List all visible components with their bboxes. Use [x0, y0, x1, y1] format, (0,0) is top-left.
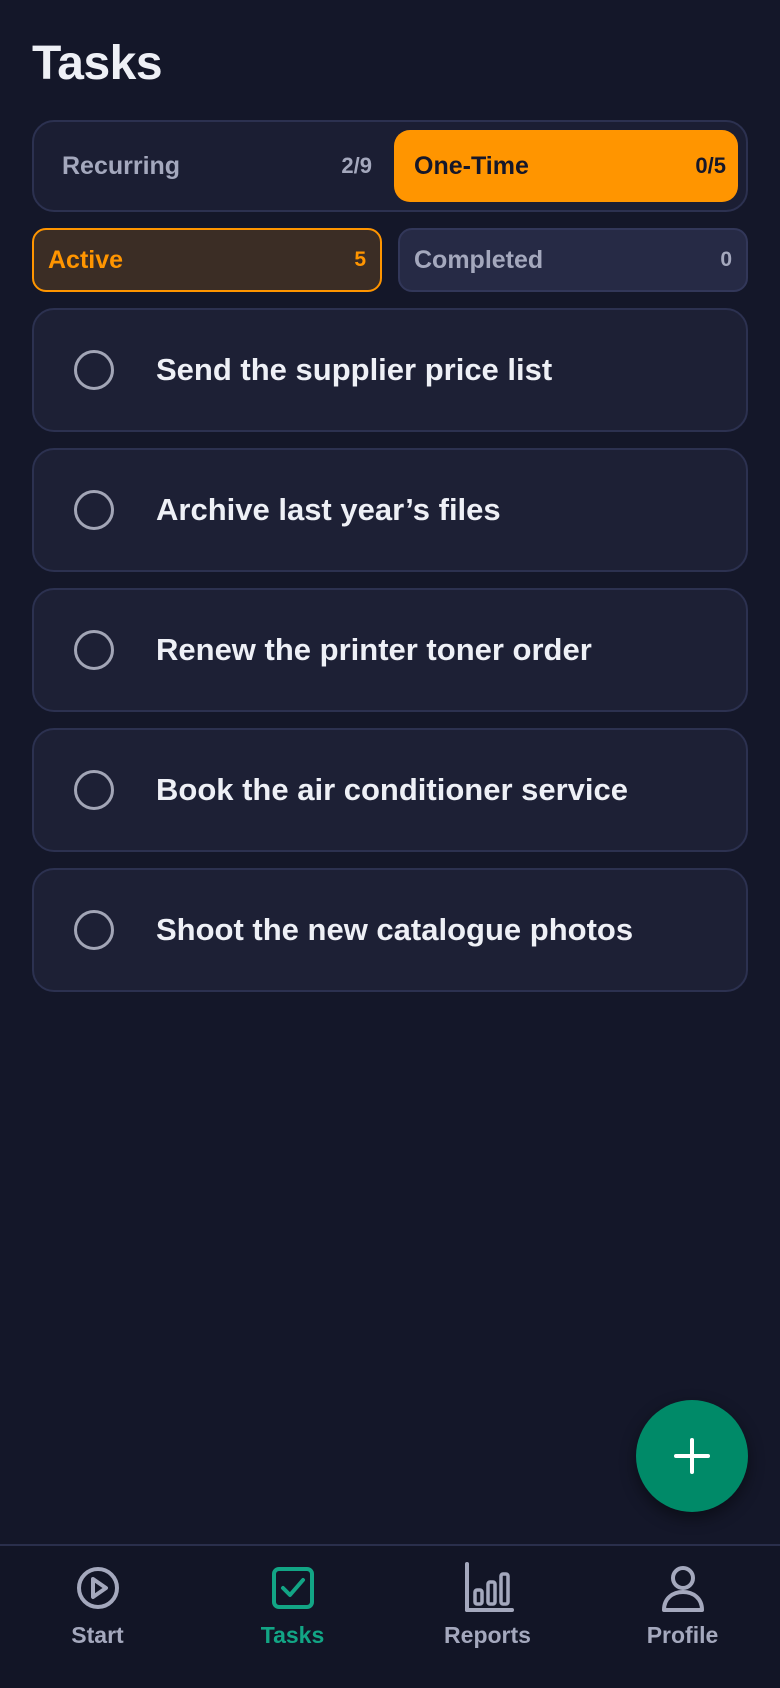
add-task-button[interactable] — [636, 1400, 748, 1512]
filter-completed[interactable]: Completed 0 — [398, 228, 748, 292]
nav-item-start[interactable]: Start — [0, 1560, 195, 1660]
task-type-segment: Recurring 2/9 One-Time 0/5 — [32, 120, 748, 212]
filter-active-label: Active — [48, 245, 124, 274]
nav-label-start: Start — [71, 1622, 124, 1648]
bar-chart-icon — [464, 1562, 514, 1612]
task-checkbox[interactable] — [74, 770, 114, 810]
filter-active[interactable]: Active 5 — [32, 228, 382, 292]
segment-recurring[interactable]: Recurring 2/9 — [42, 130, 384, 202]
segment-onetime-count: 0/5 — [695, 153, 726, 178]
filter-active-count: 5 — [354, 248, 366, 271]
nav-label-tasks: Tasks — [260, 1622, 325, 1648]
task-item[interactable]: Book the air conditioner service — [32, 728, 748, 852]
task-title: Renew the printer toner order — [156, 632, 592, 667]
task-title: Book the air conditioner service — [156, 772, 629, 807]
nav-item-tasks[interactable]: Tasks — [195, 1560, 390, 1660]
play-circle-icon — [76, 1567, 119, 1609]
task-checkbox[interactable] — [74, 350, 114, 390]
segment-recurring-label: Recurring — [62, 151, 181, 180]
task-item[interactable]: Send the supplier price list — [32, 308, 748, 432]
task-title: Archive last year’s files — [156, 492, 501, 527]
task-checkbox[interactable] — [74, 630, 114, 670]
task-title: Shoot the new catalogue photos — [156, 912, 634, 947]
plus-icon — [674, 1438, 710, 1474]
nav-item-profile[interactable]: Profile — [585, 1560, 780, 1660]
task-title: Send the supplier price list — [156, 352, 553, 387]
task-item[interactable]: Archive last year’s files — [32, 448, 748, 572]
person-icon — [661, 1566, 704, 1612]
checkbox-icon — [271, 1567, 314, 1609]
nav-item-reports[interactable]: Reports — [390, 1560, 585, 1660]
task-checkbox[interactable] — [74, 490, 114, 530]
bottom-nav: Start Tasks Reports Profile — [0, 1544, 780, 1688]
filter-completed-count: 0 — [720, 248, 732, 271]
segment-onetime[interactable]: One-Time 0/5 — [394, 130, 738, 202]
task-item[interactable]: Renew the printer toner order — [32, 588, 748, 712]
page-title: Tasks — [32, 37, 163, 90]
filter-completed-label: Completed — [414, 245, 544, 274]
task-checkbox[interactable] — [74, 910, 114, 950]
tasks-screen: Tasks Recurring 2/9 One-Time 0/5 Active … — [0, 0, 780, 1688]
task-item[interactable]: Shoot the new catalogue photos — [32, 868, 748, 992]
segment-onetime-label: One-Time — [414, 151, 529, 180]
nav-label-reports: Reports — [444, 1622, 531, 1648]
nav-label-profile: Profile — [646, 1622, 719, 1648]
segment-recurring-count: 2/9 — [341, 153, 372, 178]
